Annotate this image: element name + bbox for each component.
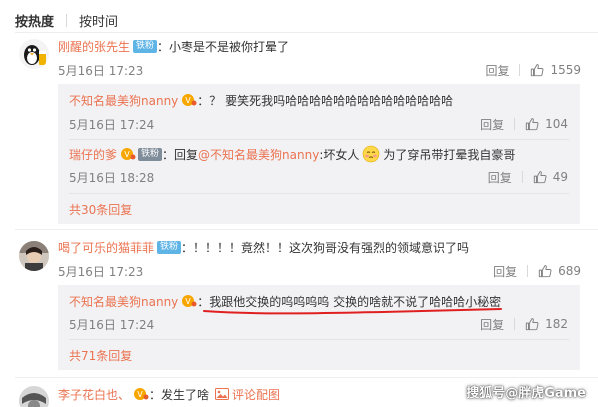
comment-line: 刚醒的张先生 铁粉 ：小枣是不是被你打晕了: [58, 37, 289, 55]
action-separator: [519, 64, 521, 76]
tab-sort-hot[interactable]: 按热度: [15, 11, 54, 30]
reply-text-prefix: ：回复: [162, 147, 199, 162]
reply-button[interactable]: 回复: [485, 62, 509, 79]
reply-button[interactable]: 回复: [493, 263, 517, 280]
comment-username[interactable]: 喝了可乐的猫菲菲: [58, 239, 154, 256]
header-divider: [15, 32, 598, 33]
like-count: 689: [558, 264, 581, 278]
reply-text-middle: :坏女人: [319, 147, 360, 162]
comment-actions: 回复 1559: [485, 61, 581, 79]
svg-text:V: V: [186, 96, 192, 105]
image-icon: [215, 388, 230, 400]
comment-line: 喝了可乐的猫菲菲 铁粉 ：！！！！竟然！！这次狗哥没有强烈的领域意识了吗: [58, 238, 469, 256]
svg-text:V: V: [137, 390, 143, 399]
gold-fan-badge-icon: V: [120, 147, 136, 161]
comment-actions: 回复 689: [493, 262, 581, 280]
reply-actions: 回复 49: [488, 168, 568, 186]
reply-username[interactable]: 不知名最美狗nanny: [69, 92, 178, 109]
comment-text: ：！！！！竟然！！这次狗哥没有强烈的领域意识了吗: [181, 240, 470, 255]
user-photo-icon: [19, 241, 49, 271]
like-button[interactable]: 1559: [530, 63, 581, 77]
thumbs-up-icon: [525, 318, 539, 331]
action-separator: [514, 118, 516, 130]
like-count: 104: [545, 117, 568, 131]
comment-username[interactable]: 李子花白也、: [58, 386, 130, 403]
comment-pic-label: 评论配图: [232, 387, 281, 402]
like-button[interactable]: 49: [533, 170, 568, 184]
thumbs-up-icon: [533, 171, 547, 184]
reply-line: 不知名最美狗nanny V ：？ 要笑死我吗哈哈哈哈哈哈哈哈哈哈哈哈哈哈: [69, 91, 453, 109]
like-count: 1559: [550, 63, 581, 77]
comment-username[interactable]: 刚醒的张先生: [58, 38, 130, 55]
gold-fan-badge-icon: V: [181, 93, 197, 107]
reply-divider: [69, 139, 569, 140]
reply-date: 5月16日 18:28: [69, 171, 155, 185]
fan-badge[interactable]: 铁粉: [138, 147, 163, 161]
avatar[interactable]: [19, 386, 49, 407]
reply-actions: 回复 182: [480, 315, 568, 333]
gold-fan-badge-icon: V: [181, 294, 197, 308]
reply-date: 5月16日 17:24: [69, 318, 155, 332]
comment-date: 5月16日 17:23: [58, 265, 144, 279]
like-count: 49: [552, 170, 568, 184]
like-button[interactable]: 182: [525, 317, 568, 331]
action-separator: [527, 265, 529, 277]
tab-sort-time[interactable]: 按时间: [79, 11, 118, 30]
thumbs-up-icon: [538, 265, 552, 278]
reply-button[interactable]: 回复: [480, 316, 504, 333]
reply-button[interactable]: 回复: [488, 169, 512, 186]
like-button[interactable]: 104: [525, 117, 568, 131]
comment-pic-link[interactable]: 评论配图: [215, 386, 280, 403]
thumbs-up-icon: [525, 118, 539, 131]
reply-divider: [69, 339, 569, 340]
reply-username[interactable]: 不知名最美狗nanny: [69, 293, 178, 310]
comment-line: 李子花白也、 V ：发生了啥 评论配图: [58, 385, 280, 403]
reply-text: ：？ 要笑死我吗哈哈哈哈哈哈哈哈哈哈哈哈哈哈: [197, 93, 454, 108]
reply-date: 5月16日 17:24: [69, 118, 155, 132]
action-separator: [521, 171, 523, 183]
comment-divider: [15, 377, 598, 378]
reply-line: 瑞仔的爹 V 铁粉 ：回复 @不知名最美狗nanny :坏女人 为了穿吊带打晕我…: [69, 145, 515, 163]
sort-tabs: 按热度 按时间: [15, 10, 118, 30]
avatar[interactable]: [19, 241, 49, 271]
fan-badge[interactable]: 铁粉: [133, 39, 158, 53]
more-replies-link[interactable]: 共71条回复: [69, 347, 132, 364]
svg-text:V: V: [124, 150, 130, 159]
embarrassed-emoji-icon: [363, 145, 380, 163]
like-count: 182: [545, 317, 568, 331]
svg-text:V: V: [186, 297, 192, 306]
penguin-avatar-icon: [19, 39, 49, 69]
mention-link[interactable]: @不知名最美狗nanny: [198, 146, 319, 163]
action-separator: [514, 318, 516, 330]
comment-text: ：小枣是不是被你打晕了: [157, 39, 290, 54]
gold-fan-badge-icon: V: [133, 387, 149, 401]
thumbs-up-icon: [531, 64, 544, 77]
reply-divider: [69, 193, 569, 194]
like-button[interactable]: 689: [538, 264, 581, 278]
reply-button[interactable]: 回复: [480, 116, 504, 133]
more-replies-link[interactable]: 共30条回复: [69, 201, 132, 218]
watermark: 搜狐号@胖虎Game: [466, 386, 586, 401]
reply-text-suffix: 为了穿吊带打晕我自豪哥: [383, 147, 516, 162]
fan-badge[interactable]: 铁粉: [157, 240, 182, 254]
user-photo-icon: [19, 386, 49, 407]
reply-actions: 回复 104: [480, 115, 568, 133]
red-underline-annotation: [203, 308, 502, 315]
tab-separator: [66, 13, 68, 27]
comment-text: ：发生了啥: [149, 387, 210, 402]
reply-username[interactable]: 瑞仔的爹: [69, 146, 117, 163]
comment-date: 5月16日 17:23: [58, 64, 144, 78]
comment-divider: [15, 229, 598, 230]
avatar[interactable]: [19, 39, 49, 69]
